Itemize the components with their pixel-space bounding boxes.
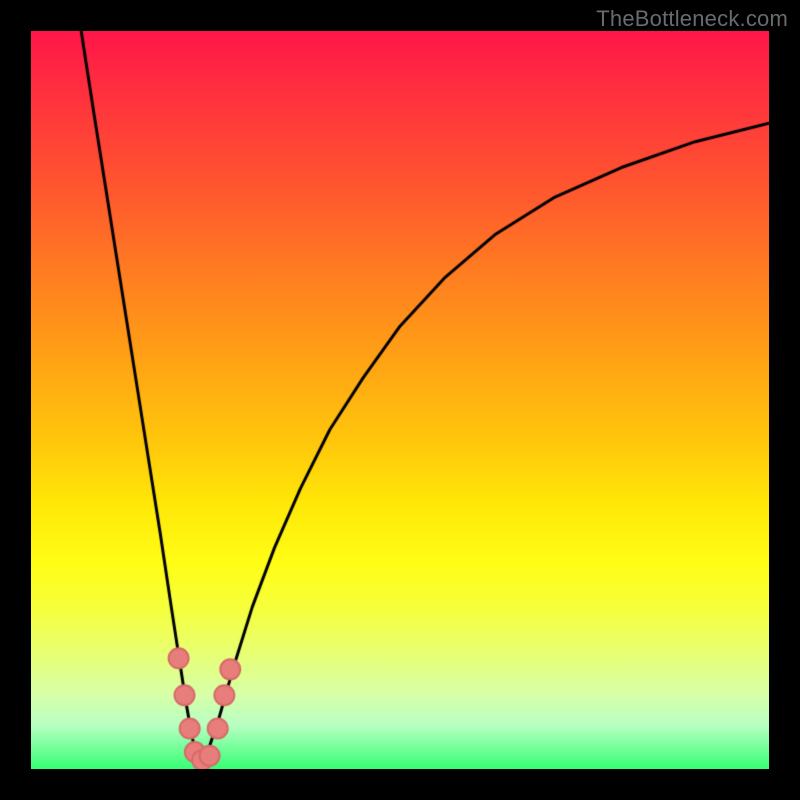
curve-canvas (31, 31, 769, 769)
plot-area (31, 31, 769, 769)
chart-frame: TheBottleneck.com (0, 0, 800, 800)
watermark-text: TheBottleneck.com (596, 6, 788, 32)
